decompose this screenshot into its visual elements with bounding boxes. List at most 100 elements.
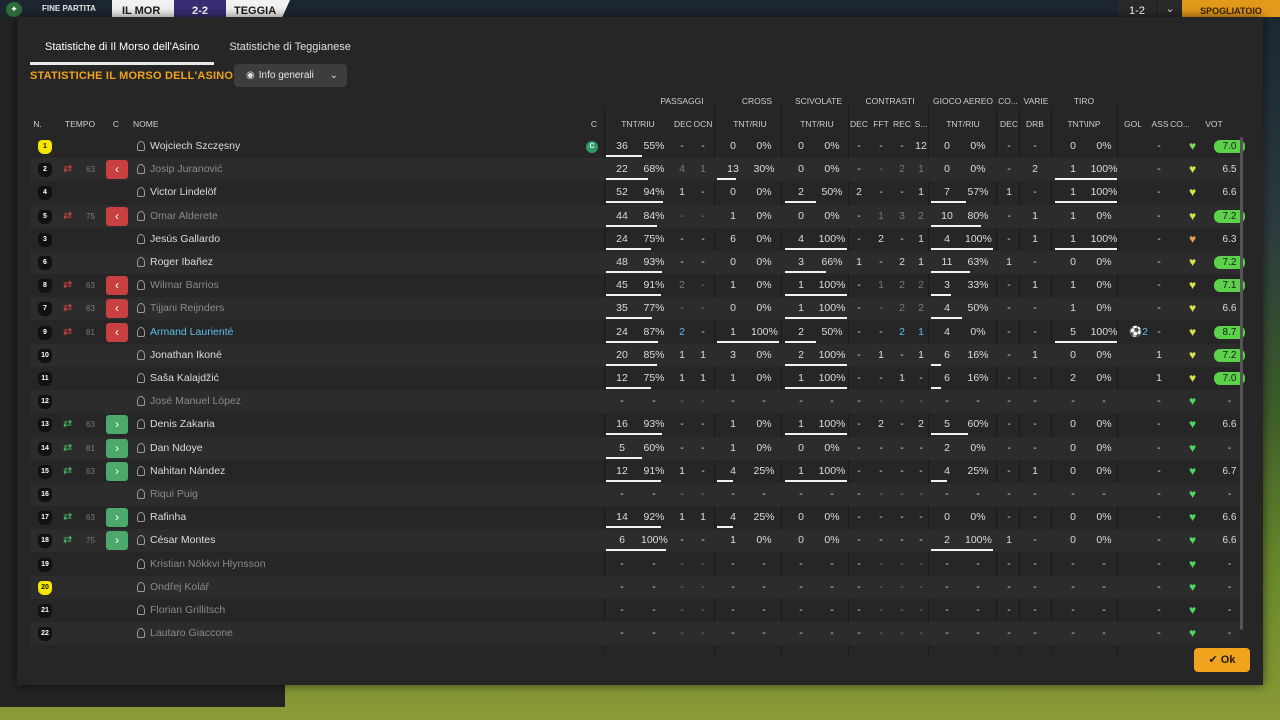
column-header[interactable]: S...: [914, 119, 928, 129]
player-name[interactable]: Tijjani Reijnders: [150, 297, 224, 320]
table-row[interactable]: 12 José Manuel López - - - - - - - - - - - - - - - - - - - ♥ -: [30, 390, 1240, 414]
subbed-on-button[interactable]: ›: [106, 461, 128, 481]
column-header[interactable]: TNT/RIU: [941, 119, 985, 129]
subbed-on-button[interactable]: ›: [106, 438, 128, 458]
column-header[interactable]: N.: [30, 119, 45, 129]
player-name[interactable]: José Manuel López: [150, 390, 241, 413]
tab-home-stats[interactable]: Statistiche di Il Morso dell'Asino: [30, 39, 215, 65]
column-header[interactable]: NOME: [133, 119, 173, 129]
table-row[interactable]: 15 ⇄ 63 › Nahitan Nández 12 91% 1-4 25% 1 100% - - - -…: [30, 460, 1240, 483]
stat-cell: -: [1157, 627, 1161, 640]
table-row[interactable]: 9 ⇄ 81 ‹ Armand Laurienté 24 87% 2-1 100% 2 50% - -2…: [30, 321, 1245, 344]
player-name[interactable]: Saša Kalajdžić: [150, 367, 219, 390]
stat-cell: -: [680, 302, 684, 315]
player-name[interactable]: Florian Grillitsch: [150, 599, 225, 622]
table-row[interactable]: 1 Wojciech Szczęsny C 36 55% - -0 0% 0 0% - - -12 0 0%…: [30, 135, 1245, 158]
column-header[interactable]: TNT/RIU: [616, 119, 660, 129]
table-row[interactable]: 22 Lautaro Giaccone - - - - - - - - - - - - - - - - - - - ♥ -: [30, 622, 1240, 646]
dressing-room-button[interactable]: SPOGLIATOIO: [1182, 0, 1280, 17]
player-name[interactable]: Lautaro Giaccone: [150, 622, 233, 645]
stat-cell: -: [620, 604, 624, 616]
player-name[interactable]: Rafinha: [150, 506, 186, 529]
column-header[interactable]: DRB: [1025, 119, 1045, 129]
column-header[interactable]: DEC: [1000, 119, 1018, 129]
column-header[interactable]: DEC: [674, 119, 692, 129]
player-name[interactable]: Riqui Puig: [150, 483, 198, 506]
column-header[interactable]: VOT: [1199, 119, 1229, 129]
player-name[interactable]: Ondřej Kolář: [150, 576, 209, 599]
column-header[interactable]: CO...: [1169, 119, 1191, 129]
player-name[interactable]: César Montes: [150, 529, 215, 552]
condition-heart-icon: ♥: [1189, 162, 1197, 177]
ok-button[interactable]: ✔ Ok: [1194, 648, 1250, 672]
table-row[interactable]: 11 Saša Kalajdžić 12 75% 1 1 1 0% 1 100% - -1-6 16% -…: [30, 367, 1245, 390]
table-row[interactable]: 7 ⇄ 63 ‹ Tijjani Reijnders 35 77% - -0 0% 1 100% - -2…: [30, 297, 1240, 321]
column-header[interactable]: ASS: [1151, 119, 1169, 129]
player-name[interactable]: Omar Alderete: [150, 205, 218, 228]
table-row[interactable]: 21 Florian Grillitsch - - - - - - - - - - - - - - - - - - - ♥…: [30, 599, 1240, 622]
player-name[interactable]: Jonathan Ikoné: [150, 344, 222, 367]
column-header[interactable]: TNT\INP: [1062, 119, 1106, 129]
column-header[interactable]: GOL: [1123, 119, 1143, 129]
player-name[interactable]: Roger Ibañez: [150, 251, 213, 274]
table-row[interactable]: 3 Jesús Gallardo 24 75% - -6 0% 4 100% -2-1 4 100% -…: [30, 228, 1240, 251]
subbed-off-button[interactable]: ‹: [106, 276, 128, 296]
subbed-off-button[interactable]: ‹: [106, 299, 128, 319]
stat-cell: 0: [798, 163, 804, 176]
stat-cell: -: [900, 186, 904, 199]
subbed-off-button[interactable]: ‹: [106, 160, 128, 180]
table-row[interactable]: 14 ⇄ 81 › Dan Ndoye 5 60% - -1 0% 0 0% - - - -2 0% - -0 0% -…: [30, 436, 1240, 460]
player-name[interactable]: Dan Ndoye: [150, 437, 203, 460]
column-header[interactable]: C: [588, 119, 600, 129]
column-header[interactable]: TNT/RIU: [728, 119, 772, 129]
table-row[interactable]: 17 ⇄ 63 › Rafinha 14 92% 1 1 4 25% 0 0% - - - -0 0% - -0 0% -…: [30, 506, 1240, 529]
stat-cell: 0%: [756, 186, 772, 199]
table-row[interactable]: 20 Ondřej Kolář - - - - - - - - - - - - - - - - - - - ♥ -: [30, 575, 1240, 599]
success-rate-bar: [606, 178, 648, 181]
table-row[interactable]: 6 Roger Ibañez 48 93% - -0 0% 3 66% 1-2 1 11 63% 1-0 0…: [30, 251, 1245, 274]
player-name[interactable]: Victor Lindelöf: [150, 181, 216, 204]
table-row[interactable]: 5 ⇄ 75 ‹ Omar Alderete 44 84% - -1 0% 0 0% -1 3 2 10 80%…: [30, 204, 1245, 228]
column-header[interactable]: DEC: [850, 119, 868, 129]
player-name[interactable]: Wilmar Barrios: [150, 274, 219, 297]
column-header[interactable]: C: [111, 119, 121, 129]
player-name[interactable]: Kristian Nökkvi Hlynsson: [150, 553, 266, 576]
view-dropdown[interactable]: ◉ Info generali ⌄: [234, 64, 347, 87]
column-header[interactable]: TEMPO: [64, 119, 96, 129]
success-rate-bar: [785, 294, 847, 297]
table-row[interactable]: 8 ⇄ 63 ‹ Wilmar Barrios 45 91% 2-1 0% 1 100% -1 2 2 3 3…: [30, 274, 1245, 297]
stat-cell: -: [919, 534, 923, 547]
column-header[interactable]: FFT: [873, 119, 889, 129]
subbed-on-button[interactable]: ›: [106, 415, 128, 435]
column-header[interactable]: TNT/RIU: [795, 119, 839, 129]
column-header[interactable]: OCN: [693, 119, 713, 129]
table-row[interactable]: 10 Jonathan Ikoné 20 85% 1 1 3 0% 2 100% -1-1 6 16% -…: [30, 343, 1245, 367]
subbed-off-button[interactable]: ‹: [106, 206, 128, 226]
collapse-chevron-icon[interactable]: ⌄: [1158, 0, 1182, 17]
stat-cell: 25%: [753, 511, 775, 524]
player-name[interactable]: Wojciech Szczęsny: [150, 135, 240, 158]
tab-away-stats[interactable]: Statistiche di Teggianese: [214, 39, 366, 65]
stat-cell: -: [799, 604, 803, 616]
subbed-on-button[interactable]: ›: [106, 508, 128, 528]
player-name[interactable]: Nahitan Nández: [150, 460, 225, 483]
player-name[interactable]: Jesús Gallardo: [150, 228, 220, 251]
match-score: 2-2: [174, 0, 226, 17]
subbed-on-button[interactable]: ›: [106, 531, 128, 551]
player-name[interactable]: Josip Juranović: [150, 158, 222, 181]
table-scrollbar[interactable]: [1240, 137, 1243, 630]
shirt-number-icon: 9: [38, 325, 52, 340]
player-icon: [137, 396, 145, 407]
substitution-icon: ⇄: [63, 511, 73, 524]
table-row[interactable]: 4 Victor Lindelöf 52 94% 1-0 0% 2 50% 2- -1 7 57% 1-…: [30, 181, 1240, 204]
player-name[interactable]: Armand Laurienté: [150, 321, 233, 344]
table-row[interactable]: 18 ⇄ 75 › César Montes 6 100% - -1 0% 0 0% - - - -2 100%…: [30, 529, 1240, 553]
player-name[interactable]: Denis Zakaria: [150, 413, 215, 436]
stat-cell: 1: [730, 418, 736, 431]
subbed-off-button[interactable]: ‹: [106, 322, 128, 342]
column-header[interactable]: REC: [893, 119, 911, 129]
table-row[interactable]: 2 ⇄ 63 ‹ Josip Juranović 22 68% 4 1 13 30% 0 0% - -2 1 0…: [30, 158, 1240, 182]
table-row[interactable]: 19 Kristian Nökkvi Hlynsson - - - - - - - - - - - - - -…: [30, 553, 1240, 576]
table-row[interactable]: 13 ⇄ 63 › Denis Zakaria 16 93% - -1 0% 1 100% -2-2 5 6…: [30, 413, 1240, 436]
table-row[interactable]: 16 Riqui Puig - - - - - - - - - - - - - - - - - - - ♥ -: [30, 483, 1240, 506]
